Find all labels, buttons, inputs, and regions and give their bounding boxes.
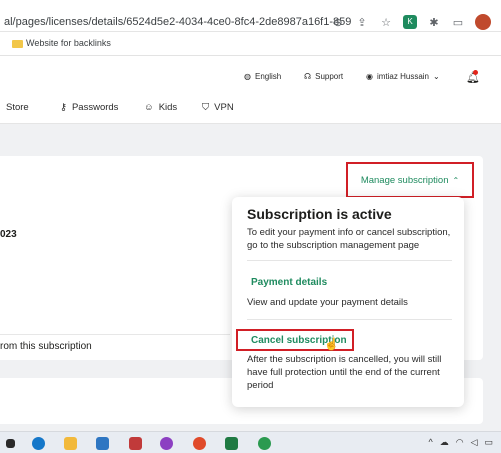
- menu-store-label: Store: [6, 102, 29, 113]
- cancel-subscription-description: After the subscription is cancelled, you…: [247, 354, 442, 391]
- dropdown-title: Subscription is active: [247, 206, 392, 222]
- payment-details-description: View and update your payment details: [247, 297, 408, 308]
- manage-subscription-label: Manage subscription: [360, 174, 449, 186]
- menu-item-passwords[interactable]: ⚷ Passwords: [60, 102, 118, 113]
- menu-item-kids[interactable]: ☺ Kids: [144, 102, 177, 113]
- top-nav: ◍ English ☊ Support ◉ imtiaz Hussain ⌄ 🔔…: [0, 56, 501, 94]
- share-icon[interactable]: ⇪: [355, 16, 369, 29]
- menu-item-store[interactable]: Store: [6, 102, 29, 113]
- volume-icon[interactable]: ◁: [471, 437, 478, 448]
- browser-address-bar: al/pages/licenses/details/6524d5e2-4034-…: [0, 0, 501, 32]
- hand-cursor-icon: ☝: [324, 337, 339, 351]
- main-menu: Store ⚷ Passwords ☺ Kids ⛉ VPN: [0, 94, 501, 124]
- headset-icon: ☊: [304, 72, 312, 81]
- profile-avatar[interactable]: [475, 14, 491, 30]
- support-link[interactable]: ☊ Support: [304, 72, 343, 81]
- app-icon[interactable]: [160, 437, 173, 450]
- user-icon: ◉: [366, 72, 373, 81]
- excel-icon[interactable]: [225, 437, 238, 450]
- app-icon[interactable]: [129, 437, 142, 450]
- menu-item-vpn[interactable]: ⛉ VPN: [202, 102, 234, 113]
- key-icon: ⚷: [60, 102, 67, 113]
- bookmarks-bar: Website for backlinks: [0, 32, 501, 56]
- battery-icon[interactable]: ▭: [484, 437, 493, 448]
- star-icon[interactable]: ☆: [379, 16, 393, 29]
- chevron-down-icon: ⌄: [433, 72, 440, 81]
- license-year: 023: [0, 229, 17, 240]
- install-app-icon[interactable]: ⊕: [331, 16, 345, 29]
- divider: [247, 319, 452, 320]
- chevron-up-icon: ⌃: [452, 175, 460, 185]
- remove-device-text: rom this subscription: [0, 341, 92, 352]
- kaspersky-extension-icon[interactable]: K: [403, 15, 417, 29]
- url-field[interactable]: al/pages/licenses/details/6524d5e2-4034-…: [4, 16, 351, 28]
- extensions-icon[interactable]: ✱: [427, 16, 441, 29]
- divider: [247, 260, 452, 261]
- cloud-icon[interactable]: ☁: [440, 437, 449, 448]
- user-name: imtiaz Hussain: [376, 72, 429, 81]
- kaspersky-icon[interactable]: [258, 437, 271, 450]
- menu-passwords-label: Passwords: [71, 102, 119, 113]
- chrome-icon[interactable]: [193, 437, 206, 450]
- system-tray: ^ ☁ ◠ ◁ ▭: [428, 437, 493, 448]
- file-explorer-icon[interactable]: [64, 437, 77, 450]
- payment-details-link[interactable]: Payment details: [251, 277, 327, 288]
- taskbar: ^ ☁ ◠ ◁ ▭: [0, 431, 501, 453]
- user-menu[interactable]: ◉ imtiaz Hussain ⌄: [366, 72, 440, 81]
- dropdown-description: To edit your payment info or cancel subs…: [247, 227, 451, 251]
- subscription-dropdown: Subscription is active To edit your paym…: [232, 197, 464, 407]
- language-selector[interactable]: ◍ English: [244, 72, 281, 81]
- menu-vpn-label: VPN: [214, 102, 234, 113]
- store-icon[interactable]: [96, 437, 109, 450]
- chevron-up-icon[interactable]: ^: [428, 437, 432, 448]
- folder-icon: [12, 40, 23, 48]
- globe-icon: ◍: [244, 72, 251, 81]
- menu-kids-label: Kids: [158, 102, 178, 113]
- card-divider: [0, 334, 230, 335]
- windows-icon[interactable]: [6, 439, 15, 448]
- edge-icon[interactable]: [32, 437, 45, 450]
- support-label: Support: [315, 72, 344, 81]
- browser-toolbar: ⊕ ⇪ ☆ K ✱ ▭: [331, 14, 501, 30]
- notification-badge: [473, 70, 478, 75]
- vpn-icon: ⛉: [202, 102, 210, 113]
- bookmark-website-for-backlinks[interactable]: Website for backlinks: [26, 38, 111, 48]
- bear-icon: ☺: [144, 102, 154, 113]
- wifi-icon[interactable]: ◠: [456, 437, 464, 448]
- sidebar-icon[interactable]: ▭: [451, 16, 465, 29]
- language-label: English: [254, 72, 282, 81]
- manage-subscription-button[interactable]: Manage subscription ⌃: [346, 162, 474, 198]
